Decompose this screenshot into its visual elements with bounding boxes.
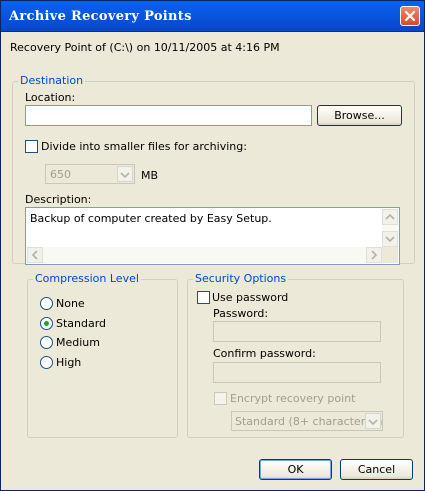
- encrypt-checkbox[interactable]: [214, 392, 227, 405]
- confirm-password-label: Confirm password:: [213, 347, 316, 360]
- ok-label: OK: [287, 463, 304, 476]
- cancel-label: Cancel: [357, 463, 396, 476]
- compression-radio-high[interactable]: [40, 356, 53, 369]
- description-horizontal-scrollbar[interactable]: [27, 247, 382, 263]
- chevron-up-icon: [385, 213, 395, 220]
- ok-button[interactable]: OK: [259, 459, 332, 480]
- scrollbar-corner: [382, 247, 398, 263]
- title-bar[interactable]: Archive Recovery Points: [1, 1, 424, 32]
- security-legend: Security Options: [193, 272, 289, 285]
- compression-option-medium[interactable]: Medium: [56, 336, 100, 349]
- compression-option-standard[interactable]: Standard: [56, 317, 106, 330]
- chevron-down-icon: [368, 419, 378, 426]
- file-size-dropdown-arrow[interactable]: [117, 166, 133, 182]
- scroll-left-button[interactable]: [27, 247, 43, 263]
- recovery-point-drive: (C:\): [109, 41, 134, 54]
- recovery-point-summary: Recovery Point of (C:\) on 10/11/2005 at…: [10, 41, 280, 54]
- encryption-level-value: Standard (8+ character pa: [235, 415, 383, 428]
- scroll-up-button[interactable]: [382, 209, 398, 225]
- compression-radio-medium[interactable]: [40, 336, 53, 349]
- browse-label: Browse...: [334, 109, 385, 122]
- destination-legend: Destination: [18, 74, 86, 87]
- divide-checkbox[interactable]: [25, 140, 38, 153]
- radio-selected-dot: [44, 321, 49, 326]
- compression-option-none[interactable]: None: [56, 297, 85, 310]
- description-text: Backup of computer created by Easy Setup…: [30, 212, 272, 225]
- recovery-point-on: on: [136, 41, 151, 54]
- description-textarea[interactable]: Backup of computer created by Easy Setup…: [25, 207, 400, 265]
- compression-option-high[interactable]: High: [56, 356, 81, 369]
- chevron-left-icon: [31, 250, 38, 260]
- compression-legend: Compression Level: [33, 272, 141, 285]
- description-label: Description:: [25, 193, 92, 206]
- description-vertical-scrollbar[interactable]: [382, 209, 398, 247]
- file-size-combo[interactable]: 650: [45, 164, 135, 184]
- divide-checkbox-label[interactable]: Divide into smaller files for archiving:: [41, 140, 247, 153]
- browse-button[interactable]: Browse...: [317, 105, 402, 126]
- password-label: Password:: [213, 307, 269, 320]
- location-label: Location:: [25, 91, 76, 104]
- encryption-dropdown-arrow[interactable]: [365, 413, 381, 429]
- encryption-level-combo[interactable]: Standard (8+ character pa: [231, 411, 383, 431]
- chevron-right-icon: [371, 250, 378, 260]
- file-size-value: 650: [50, 168, 71, 181]
- use-password-checkbox[interactable]: [197, 291, 210, 304]
- use-password-label[interactable]: Use password: [212, 291, 288, 304]
- recovery-point-prefix: Recovery Point of: [10, 41, 106, 54]
- cancel-button[interactable]: Cancel: [340, 459, 413, 480]
- recovery-point-date: 10/11/2005 at 4:16 PM: [153, 41, 280, 54]
- compression-radio-standard[interactable]: [40, 317, 53, 330]
- scroll-down-button[interactable]: [382, 231, 398, 247]
- size-unit-label: MB: [141, 169, 159, 182]
- window-title: Archive Recovery Points: [9, 9, 192, 24]
- chevron-down-icon: [120, 172, 130, 179]
- encrypt-label[interactable]: Encrypt recovery point: [230, 392, 355, 405]
- compression-radio-none[interactable]: [40, 297, 53, 310]
- archive-recovery-points-dialog: Archive Recovery Points Recovery Point o…: [0, 0, 425, 491]
- close-button[interactable]: [400, 6, 420, 26]
- password-input[interactable]: [213, 321, 381, 342]
- scroll-right-button[interactable]: [366, 247, 382, 263]
- close-icon: [404, 10, 416, 22]
- chevron-down-icon: [385, 236, 395, 243]
- location-input[interactable]: [25, 105, 312, 126]
- confirm-password-input[interactable]: [213, 362, 381, 383]
